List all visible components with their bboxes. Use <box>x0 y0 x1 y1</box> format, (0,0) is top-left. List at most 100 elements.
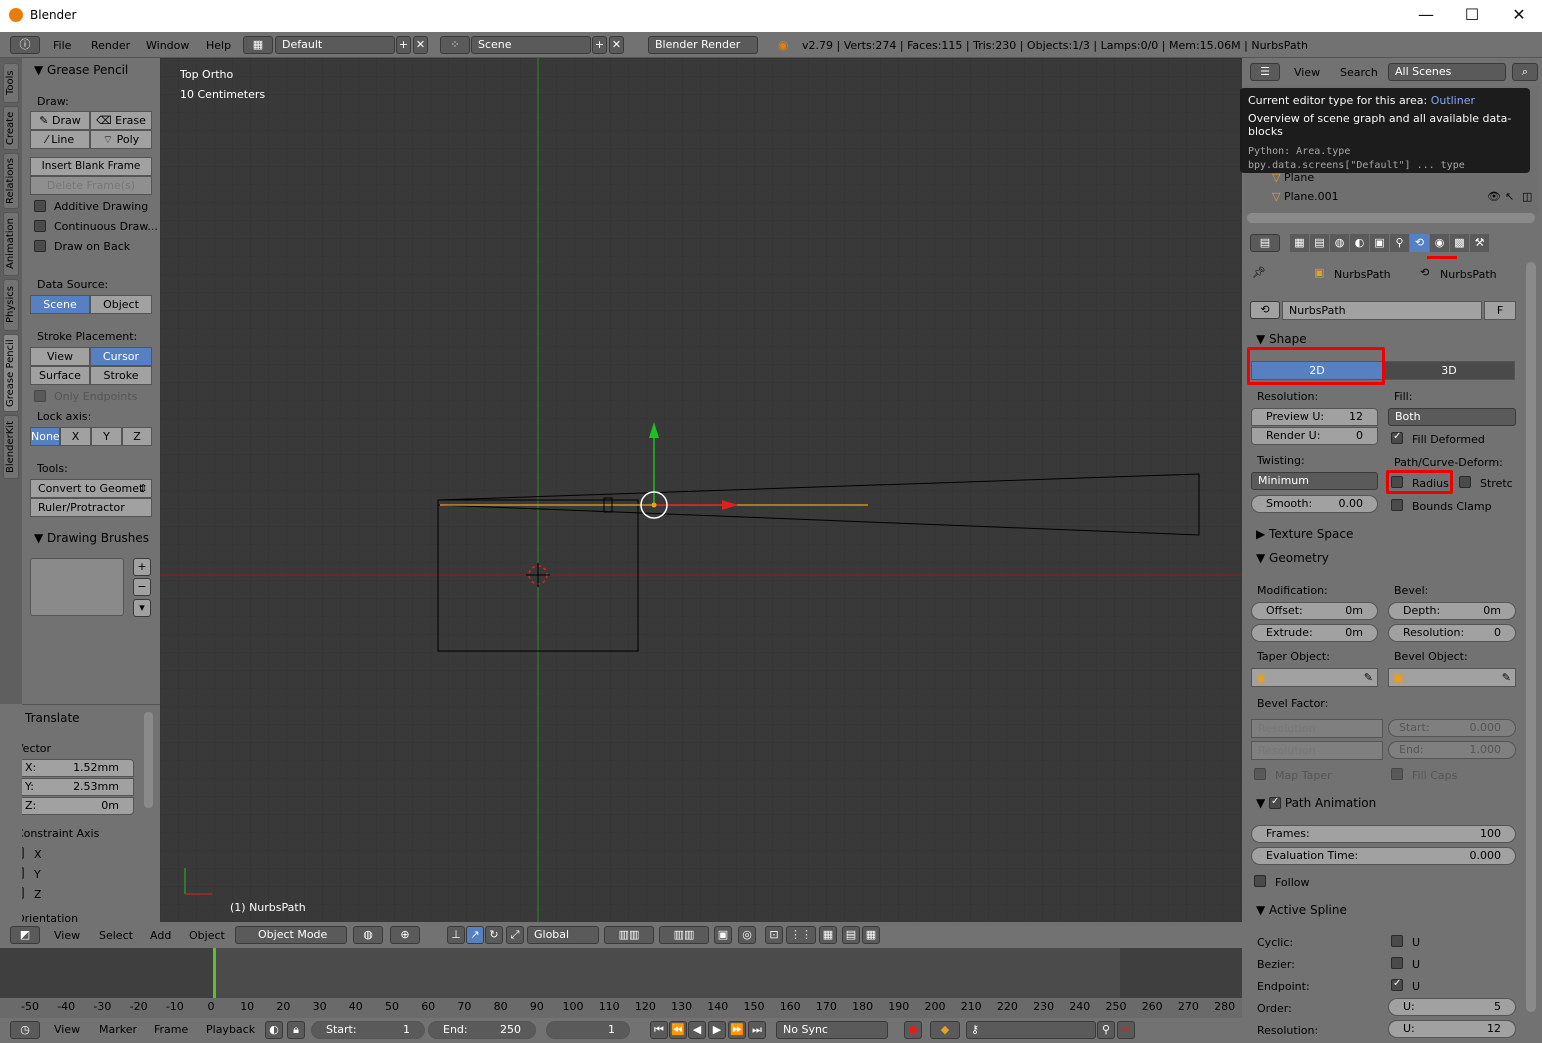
path-animation-checkbox[interactable] <box>1269 796 1282 809</box>
object-tab-icon[interactable]: ▣ <box>1370 234 1389 252</box>
menu-file[interactable]: File <box>53 39 71 52</box>
vp-menu-add[interactable]: Add <box>150 929 171 942</box>
select-arrow-icon[interactable]: ↖ <box>1505 190 1514 203</box>
editor-type-properties-icon[interactable]: ▤ <box>1250 234 1280 252</box>
add-scene-icon[interactable]: + <box>592 36 607 54</box>
translate-panel-title[interactable]: ▼ Translate <box>12 711 80 725</box>
draw-on-back-checkbox[interactable] <box>34 240 46 252</box>
editor-type-info-icon[interactable]: ⓘ <box>10 36 40 54</box>
brush-list[interactable] <box>30 558 124 616</box>
delete-keyframe-icon[interactable]: ✂ <box>1117 1021 1135 1039</box>
vp-menu-object[interactable]: Object <box>189 929 225 942</box>
bevel-factor-res2-select[interactable]: Resolution <box>1251 741 1383 760</box>
texture-space-panel-title[interactable]: ▶ Texture Space <box>1256 527 1353 541</box>
brush-menu-icon[interactable]: ▾ <box>133 599 151 617</box>
shape-3d-button[interactable]: 3D <box>1383 361 1515 380</box>
layout-field[interactable]: Default <box>275 36 395 54</box>
data-source-scene-button[interactable]: Scene <box>30 295 90 314</box>
smooth-field[interactable]: Smooth: 0.00 <box>1251 495 1378 513</box>
jump-start-icon[interactable]: ⏮ <box>650 1021 668 1039</box>
outliner-item-plane001[interactable]: ▽ Plane.001 <box>1272 190 1339 203</box>
current-frame-field[interactable]: 1 <box>546 1021 630 1039</box>
tl-menu-frame[interactable]: Frame <box>154 1023 188 1036</box>
depth-field[interactable]: Depth: 0m <box>1388 602 1516 620</box>
line-button[interactable]: ⁄ Line <box>30 130 90 149</box>
curve-datablock-name[interactable]: NurbsPath <box>1282 301 1482 320</box>
pin-icon[interactable]: 📌︎ <box>1252 266 1266 279</box>
snap-element-icon[interactable]: ⋮⋮ <box>786 926 816 944</box>
sync-mode-select[interactable]: No Sync <box>776 1021 888 1039</box>
transform-orientation-select[interactable]: Global <box>527 926 599 944</box>
menu-window[interactable]: Window <box>146 39 189 52</box>
additive-drawing-checkbox[interactable] <box>34 200 46 212</box>
visibility-eye-icon[interactable]: 👁︎ <box>1487 190 1501 203</box>
outliner-scrollbar[interactable] <box>1247 213 1535 223</box>
tab-physics[interactable]: Physics <box>3 279 19 331</box>
jump-keyframe-back-icon[interactable]: ⏪ <box>669 1021 687 1039</box>
erase-button[interactable]: ⌫ Erase <box>90 111 152 130</box>
bevel-object-field[interactable]: ▣ ✎ <box>1388 668 1516 687</box>
remove-scene-icon[interactable]: ✕ <box>609 36 624 54</box>
data-source-object-button[interactable]: Object <box>90 295 152 314</box>
tab-relations[interactable]: Relations <box>3 153 19 209</box>
rotate-manipulator-icon[interactable]: ↻ <box>485 926 503 944</box>
editor-type-outliner-icon[interactable]: ☰ <box>1250 63 1280 81</box>
bevel-resolution-field[interactable]: Resolution: 0 <box>1388 624 1516 642</box>
fake-user-button[interactable]: F <box>1484 301 1516 320</box>
pivot-point-icon[interactable]: ⊕ <box>390 926 420 944</box>
insert-keyframe-icon[interactable]: ⚲ <box>1097 1021 1115 1039</box>
screen-layout-icon[interactable]: ▦ <box>243 36 273 54</box>
jump-end-icon[interactable]: ⏭ <box>748 1021 766 1039</box>
translate-scrollbar[interactable] <box>144 712 153 808</box>
play-reverse-icon[interactable]: ◀ <box>688 1021 706 1039</box>
minimize-button[interactable]: — <box>1403 0 1449 32</box>
opengl-render-icon[interactable]: ▤ <box>842 926 860 944</box>
world-tab-icon[interactable]: ◐ <box>1350 234 1369 252</box>
lock-axis-none-button[interactable]: None <box>30 427 60 446</box>
display-mode-select[interactable]: All Scenes <box>1388 63 1506 81</box>
viewport-shading-icon[interactable]: ◍ <box>353 926 383 944</box>
close-button[interactable]: ✕ <box>1496 0 1542 32</box>
lock-layers-icon[interactable]: ▣ <box>714 926 732 944</box>
translate-y-field[interactable]: Y: 2.53mm <box>10 778 134 796</box>
layers-grid-2[interactable]: ▥▥ <box>659 926 709 944</box>
tab-grease-pencil[interactable]: Grease Pencil <box>3 334 19 412</box>
menu-help[interactable]: Help <box>206 39 231 52</box>
map-taper-checkbox[interactable] <box>1254 768 1266 780</box>
fill-caps-checkbox[interactable] <box>1391 768 1403 780</box>
frames-field[interactable]: Frames: 100 <box>1251 825 1516 843</box>
editor-type-3d-icon[interactable]: ◩ <box>10 926 40 944</box>
start-frame-field[interactable]: Start: 1 <box>311 1021 425 1039</box>
tab-blenderkit[interactable]: BlenderKit <box>3 415 19 479</box>
proportional-edit-icon[interactable]: ◎ <box>738 926 756 944</box>
scene-tab-icon[interactable]: ◍ <box>1330 234 1349 252</box>
scene-icon[interactable]: ⁘ <box>440 36 470 54</box>
remove-layout-icon[interactable]: ✕ <box>413 36 428 54</box>
placement-cursor-button[interactable]: Cursor <box>90 347 152 366</box>
auto-keying-record-icon[interactable]: ● <box>904 1021 922 1039</box>
translate-x-field[interactable]: X: 1.52mm <box>10 759 134 777</box>
stretch-checkbox[interactable] <box>1459 476 1471 488</box>
bevel-start-field[interactable]: Start: 0.000 <box>1388 719 1516 737</box>
only-endpoints-checkbox[interactable] <box>34 390 46 402</box>
fill-deformed-checkbox[interactable] <box>1391 431 1403 444</box>
render-layers-tab-icon[interactable]: ▤ <box>1310 234 1329 252</box>
vp-menu-view[interactable]: View <box>54 929 80 942</box>
timeline[interactable]: -50 -40 -30 -20 -10 0 10 20 30 40 50 60 70 80 90 100 110… <box>0 948 1242 1018</box>
render-camera-icon[interactable]: ◫ <box>1522 190 1532 203</box>
tab-create[interactable]: Create <box>3 106 19 150</box>
evaluation-time-field[interactable]: Evaluation Time: 0.000 <box>1251 847 1516 865</box>
menu-render[interactable]: Render <box>91 39 130 52</box>
grease-pencil-panel-title[interactable]: ▼ Grease Pencil <box>34 63 128 77</box>
active-keying-set-field[interactable]: ⚷ <box>966 1021 1096 1039</box>
outliner-menu-search[interactable]: Search <box>1340 66 1378 79</box>
twisting-select[interactable]: Minimum <box>1251 472 1378 490</box>
outliner-search-icon[interactable]: ⌕ <box>1512 63 1538 81</box>
bevel-end-field[interactable]: End: 1.000 <box>1388 741 1516 759</box>
render-tab-icon[interactable]: ▦ <box>1290 234 1309 252</box>
placement-surface-button[interactable]: Surface <box>30 366 90 385</box>
shape-panel-title[interactable]: ▼ Shape <box>1256 332 1307 346</box>
keying-set-icon[interactable]: ◆ <box>930 1021 960 1039</box>
path-animation-panel-title[interactable]: ▼ Path Animation <box>1256 796 1376 810</box>
curve-data-tab-icon[interactable]: ⟲ <box>1410 234 1429 252</box>
